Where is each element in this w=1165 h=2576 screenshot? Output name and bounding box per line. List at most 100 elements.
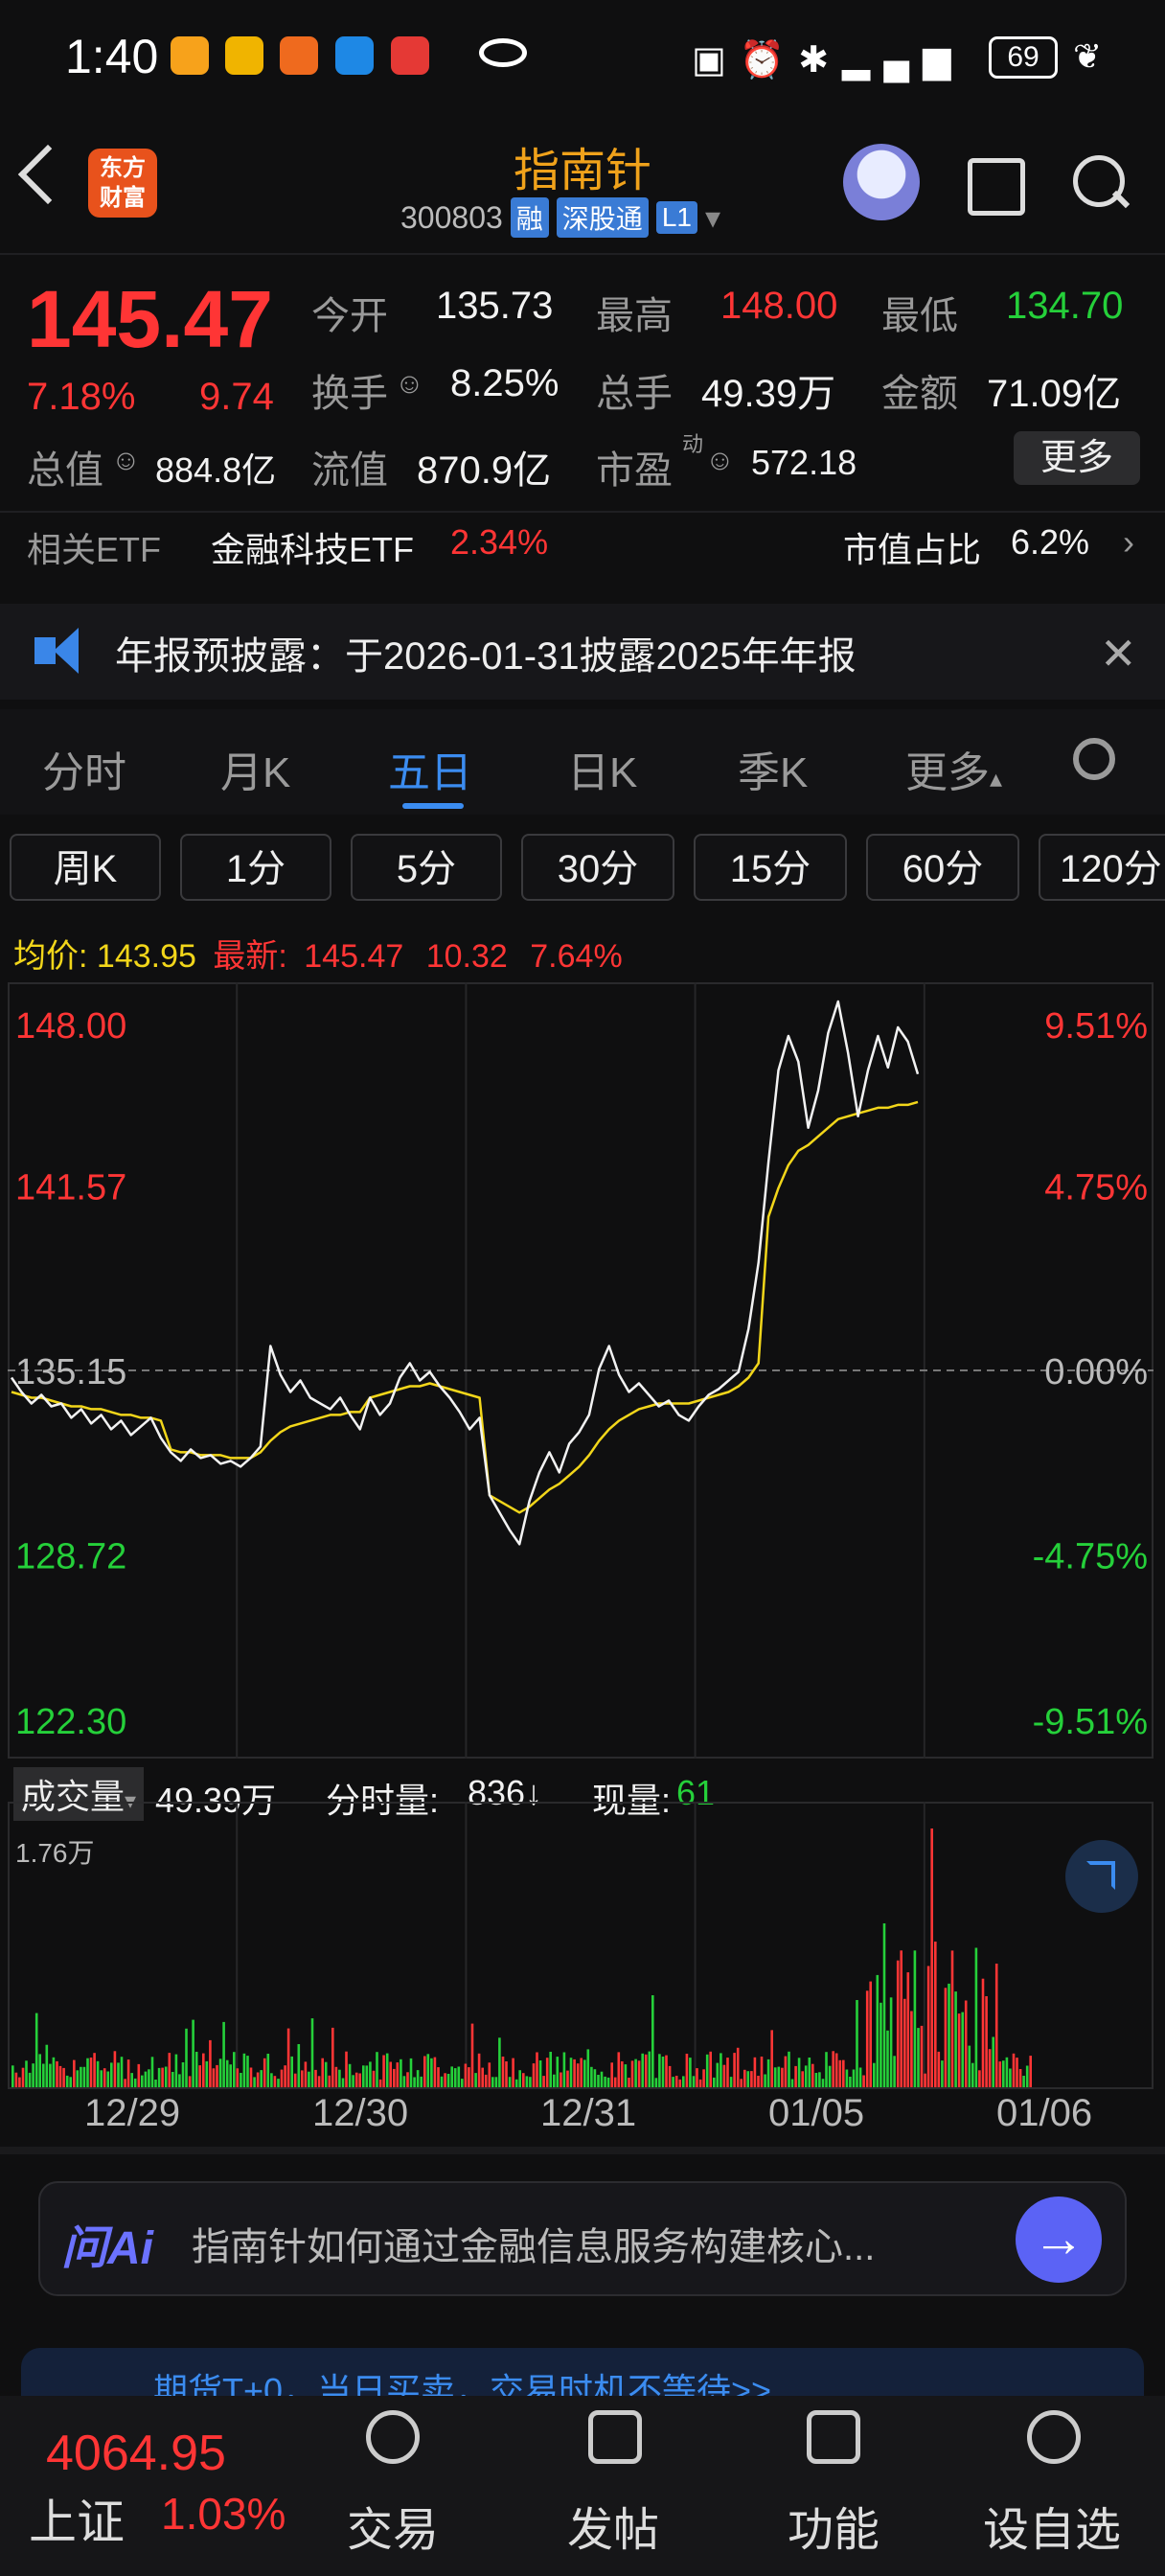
volume-bar	[242, 2053, 246, 2087]
volume-frame	[8, 1802, 1154, 2089]
volume-bar	[470, 2023, 474, 2087]
market-share-value: 6.2%	[1011, 522, 1090, 562]
volume-bar	[212, 2068, 216, 2087]
volume-bar	[389, 2061, 392, 2087]
pct-tick-label: -9.51%	[1033, 1702, 1148, 1742]
grid-icon[interactable]	[807, 2410, 860, 2464]
app-notification-icon	[171, 36, 209, 75]
volume-bar	[484, 2074, 488, 2087]
volume-bar	[834, 2053, 838, 2087]
volume-bar	[512, 2058, 514, 2087]
close-icon[interactable]: ✕	[1100, 628, 1137, 679]
volume-bar	[266, 2054, 270, 2087]
latest-change: 10.32	[425, 938, 508, 975]
more-button[interactable]: 更多	[1014, 431, 1140, 485]
volume-bar	[286, 2028, 290, 2087]
volume-bar	[637, 2060, 641, 2087]
volume-bar	[133, 2078, 137, 2087]
volume-bar	[604, 2076, 606, 2087]
volume-bar	[260, 2070, 263, 2087]
edit-icon[interactable]	[588, 2410, 642, 2464]
etf-name[interactable]: 金融科技ETF	[211, 522, 414, 572]
tab-daily-k[interactable]: 日K	[567, 738, 637, 799]
period-30min[interactable]: 30分	[521, 834, 674, 901]
volume-bar	[137, 2063, 141, 2087]
volume-bar	[457, 2066, 461, 2087]
volume-bar	[150, 2057, 154, 2087]
volume-bar	[593, 2069, 597, 2087]
volume-bar	[385, 2053, 389, 2087]
tab-more[interactable]: 更多▴	[905, 738, 1002, 799]
volume-bar	[736, 2047, 740, 2087]
gear-icon[interactable]	[1073, 738, 1115, 780]
volume-bar	[794, 2065, 797, 2087]
volume-max-label: 1.76万	[15, 1838, 95, 1868]
expand-icon[interactable]	[1065, 1840, 1138, 1913]
volume-bar	[630, 2060, 634, 2087]
volume-bar	[328, 2075, 331, 2087]
volume-bar	[838, 2059, 842, 2087]
tab-five-day[interactable]: 五日	[388, 738, 472, 799]
period-120min[interactable]: 120分	[1039, 834, 1165, 901]
volume-bar	[873, 2062, 876, 2087]
margin-tag: 融	[510, 197, 549, 238]
info-icon[interactable]: ☺	[111, 445, 141, 477]
volume-bar	[689, 2058, 692, 2087]
volume-bar	[856, 2000, 858, 2087]
period-1min[interactable]: 1分	[180, 834, 331, 901]
volume-bar	[821, 2079, 825, 2087]
volume-bar	[869, 1981, 872, 2087]
index-change[interactable]: 1.03%	[161, 2488, 286, 2540]
period-5min[interactable]: 5分	[351, 834, 502, 901]
five-day-price-chart[interactable]: 148.00 9.51% 141.57 4.75% 135.15 0.00% 128.72 -…	[8, 982, 1154, 1759]
volume-bar	[1002, 2060, 1005, 2087]
volume-bar	[597, 2075, 600, 2087]
info-icon[interactable]: ☺	[395, 368, 424, 401]
volume-bar	[804, 2065, 808, 2087]
index-value[interactable]: 4064.95	[46, 2425, 226, 2482]
volume-bar	[1016, 2058, 1018, 2087]
volume-bar	[65, 2075, 69, 2087]
more-icon[interactable]	[1027, 2410, 1081, 2464]
period-weekly-k[interactable]: 周K	[10, 834, 161, 901]
app-notification-icon	[280, 36, 318, 75]
nav-trade[interactable]: 交易	[347, 2492, 439, 2559]
volume-bar	[886, 2030, 889, 2087]
share-icon[interactable]	[968, 158, 1025, 216]
chevron-right-icon[interactable]: ›	[1123, 522, 1134, 563]
volume-bar	[992, 2036, 994, 2087]
volume-bar	[205, 2060, 209, 2087]
system-status-icons: ▣⏰✱▂▄▆	[692, 40, 965, 80]
ai-prompt-text[interactable]: 指南针如何通过金融信息服务构建核心...	[192, 2216, 987, 2271]
market-share-label: 市值占比	[843, 530, 982, 569]
info-icon[interactable]: ☺	[705, 445, 735, 477]
stock-code-row[interactable]: 300803 融 深股通 L1 ▾	[400, 197, 720, 238]
volume-bar	[256, 2072, 260, 2087]
volume-bar	[678, 2079, 682, 2087]
volume-bar	[648, 2051, 651, 2087]
index-name[interactable]: 上证	[29, 2484, 125, 2553]
volume-bar	[1018, 2069, 1022, 2087]
nav-functions[interactable]: 功能	[788, 2492, 879, 2559]
volume-bar	[382, 2055, 385, 2087]
period-15min[interactable]: 15分	[694, 834, 847, 901]
volume-bar	[832, 2051, 834, 2087]
period-60min[interactable]: 60分	[866, 834, 1019, 901]
volume-bar	[376, 2052, 378, 2087]
volume-bar	[556, 2057, 560, 2087]
volume-bar	[948, 1983, 950, 2087]
ai-logo: 问Ai	[61, 2223, 154, 2274]
tab-intraday[interactable]: 分时	[42, 738, 126, 799]
volume-bar	[117, 2062, 120, 2087]
nav-post[interactable]: 发帖	[567, 2492, 659, 2559]
arrow-right-icon[interactable]: →	[1016, 2196, 1102, 2283]
volume-bar	[82, 2066, 86, 2087]
nav-add-watchlist[interactable]: 设自选	[983, 2492, 1121, 2559]
assistant-robot-icon[interactable]	[843, 144, 920, 220]
tab-monthly-k[interactable]: 月K	[220, 738, 290, 799]
pct-tick-label: 4.75%	[1044, 1168, 1148, 1208]
volume-chart[interactable]	[8, 1802, 1154, 2089]
speaker-icon-cone	[54, 628, 79, 674]
trade-icon[interactable]	[366, 2410, 420, 2464]
tab-quarterly-k[interactable]: 季K	[738, 738, 808, 799]
